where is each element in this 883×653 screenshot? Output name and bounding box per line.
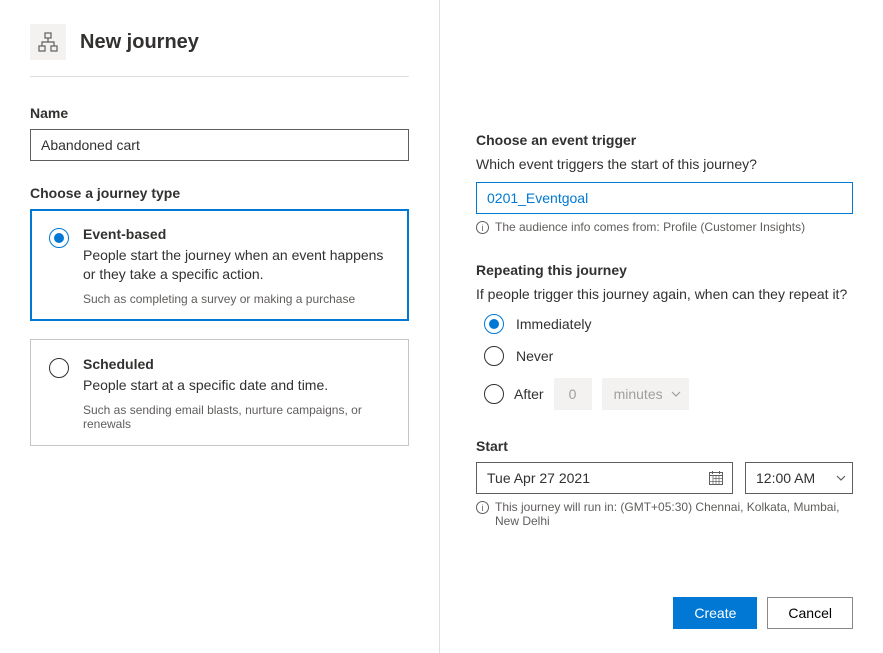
new-journey-dialog: New journey Name Choose a journey type E… [0,0,883,653]
dialog-header: New journey [30,24,409,60]
start-block: Start Tue Apr 27 2021 [476,438,853,528]
event-based-desc: People start the journey when an event h… [83,246,390,284]
radio-icon [484,346,504,366]
radio-icon [49,228,69,248]
timezone-info-text: This journey will run in: (GMT+05:30) Ch… [495,500,853,528]
start-date-value: Tue Apr 27 2021 [487,470,590,486]
radio-icon [484,314,504,334]
page-title: New journey [80,31,199,54]
scheduled-title: Scheduled [83,356,390,372]
scheduled-hint: Such as sending email blasts, nurture ca… [83,403,390,431]
chevron-down-icon [836,473,846,483]
event-based-hint: Such as completing a survey or making a … [83,292,390,306]
event-based-title: Event-based [83,226,390,242]
header-divider [30,76,409,77]
radio-icon [484,384,504,404]
repeat-after-unit-select[interactable]: minutes [602,378,689,410]
trigger-sublabel: Which event triggers the start of this j… [476,156,853,172]
info-icon: i [476,221,489,234]
repeat-label: Repeating this journey [476,262,853,278]
repeat-sublabel: If people trigger this journey again, wh… [476,286,853,302]
journey-type-group: Event-based People start the journey whe… [30,209,409,446]
left-column: New journey Name Choose a journey type E… [0,0,440,653]
trigger-label: Choose an event trigger [476,132,853,148]
name-label: Name [30,105,409,121]
info-icon: i [476,501,489,514]
repeat-after-label: After [514,386,544,402]
dialog-footer: Create Cancel [476,585,853,629]
start-date-input[interactable]: Tue Apr 27 2021 [476,462,733,494]
journey-type-event-based[interactable]: Event-based People start the journey whe… [30,209,409,321]
journey-type-scheduled[interactable]: Scheduled People start at a specific dat… [30,339,409,446]
scheduled-desc: People start at a specific date and time… [83,376,390,395]
repeat-option-immediately[interactable]: Immediately [484,314,853,334]
chevron-down-icon [671,389,681,399]
event-trigger-input[interactable] [476,182,853,214]
repeat-after-value[interactable]: 0 [554,378,592,410]
name-field-block: Name [30,105,409,161]
repeat-never-label: Never [516,348,553,364]
audience-info-text: The audience info comes from: Profile (C… [495,220,805,234]
start-label: Start [476,438,853,454]
create-button[interactable]: Create [673,597,757,629]
timezone-info-row: i This journey will run in: (GMT+05:30) … [476,500,853,528]
repeat-radio-list: Immediately Never After 0 minutes [476,314,853,410]
right-content: Choose an event trigger Which event trig… [476,24,853,585]
right-column: Choose an event trigger Which event trig… [440,0,883,653]
repeat-option-never[interactable]: Never [484,346,853,366]
journey-hierarchy-icon [30,24,66,60]
cancel-button[interactable]: Cancel [767,597,853,629]
journey-type-label: Choose a journey type [30,185,409,201]
calendar-icon [708,470,724,486]
name-input[interactable] [30,129,409,161]
repeat-block: Repeating this journey If people trigger… [476,262,853,410]
audience-info-row: i The audience info comes from: Profile … [476,220,853,234]
repeat-immediately-label: Immediately [516,316,591,332]
repeat-option-after[interactable]: After 0 minutes [484,378,853,410]
start-time-value: 12:00 AM [756,470,815,486]
repeat-after-unit-label: minutes [614,386,663,402]
radio-icon [49,358,69,378]
start-time-input[interactable]: 12:00 AM [745,462,853,494]
start-row: Tue Apr 27 2021 [476,462,853,494]
